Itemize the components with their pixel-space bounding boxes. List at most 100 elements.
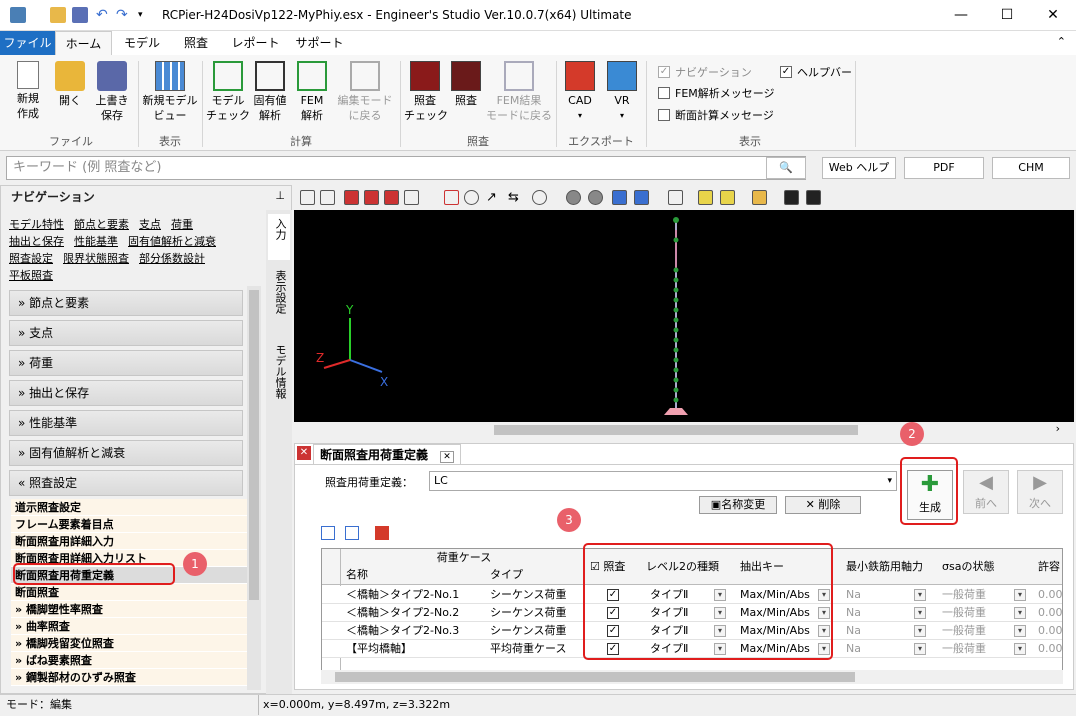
nav-link[interactable]: 照査設定 [9,252,53,265]
list-item[interactable]: 断面照査用詳細入力 [11,533,247,550]
pan-icon[interactable]: ⇆ [508,190,523,205]
ribbon-collapse-icon[interactable]: ⌃ [1057,35,1066,48]
model-check-button[interactable]: モデル チェック [206,61,250,123]
section-supports[interactable]: » 支点 [9,320,243,346]
pdf-button[interactable]: PDF [904,157,984,179]
column-header-min-axial[interactable]: 最小鉄筋用軸力 [842,558,936,576]
viewport-hscrollbar[interactable]: › [294,422,1074,438]
menu-home[interactable]: ホーム [55,31,112,55]
cell-name[interactable]: ＜橋軸＞タイプ2-No.2 [342,604,482,622]
section-loads[interactable]: » 荷重 [9,350,243,376]
eigen-analysis-button[interactable]: 固有値 解析 [250,61,290,123]
rename-button[interactable]: ▣名称変更 [699,496,777,514]
return-fem-result-button[interactable]: FEM結果 モードに戻る [486,61,552,123]
view-front-icon[interactable] [364,190,379,205]
nav-link[interactable]: 固有値解析と減衰 [128,235,216,248]
section-performance[interactable]: » 性能基準 [9,410,243,436]
nav-link[interactable]: 部分係数設計 [139,252,205,265]
section-check-settings[interactable]: « 照査設定 [9,470,243,496]
new-file-icon[interactable] [50,7,66,23]
list-item[interactable]: » 橋脚塑性率照査 [11,601,247,618]
close-tab-icon[interactable]: ✕ [440,451,454,463]
nav-link[interactable]: 平板照査 [9,269,53,282]
zoom-in-icon[interactable] [444,190,459,205]
check-check-button[interactable]: 照査 チェック [404,61,448,123]
nav-link[interactable]: 荷重 [171,218,193,231]
orbit-icon[interactable] [532,190,547,205]
vr-export-button[interactable]: VR ▾ [602,61,642,123]
column-header-sigma-state[interactable]: σsaの状態 [938,558,1032,576]
cell-allow[interactable]: 0.00( [1034,640,1062,658]
redo-icon[interactable]: ↷ [116,7,132,23]
nav-link[interactable]: 節点と要素 [74,218,129,231]
zoom-window-icon[interactable] [320,190,335,205]
rotate-icon[interactable]: ↗ [486,190,501,205]
search-button[interactable]: 🔍 [766,157,806,179]
camera-icon[interactable] [784,190,799,205]
navigation-checkbox[interactable]: ✓ ナビゲーション [658,64,752,80]
return-edit-mode-button[interactable]: 編集モード に戻る [334,61,396,123]
forward-icon[interactable] [588,190,603,205]
cell-min-axial[interactable]: Na [842,640,922,658]
cell-min-axial[interactable]: Na [842,622,922,640]
scroll-right-icon[interactable]: › [1056,422,1060,435]
state-dropdown-icon[interactable]: ▾ [1014,643,1026,655]
nav-link[interactable]: モデル特性 [9,218,64,231]
tab-input[interactable]: 入力 [268,214,290,260]
list-item[interactable]: » 曲率照査 [11,618,247,635]
nav-link[interactable]: 限界状態照査 [63,252,129,265]
definition-select[interactable]: LC ▾ [429,471,897,491]
column-header-name[interactable]: 名称 [342,566,482,584]
nav-link[interactable]: 抽出と保存 [9,235,64,248]
export-icon[interactable] [375,526,389,540]
tab-display-settings[interactable]: 表示設定 [268,266,290,336]
back-icon[interactable] [566,190,581,205]
open-button[interactable]: 開く [52,61,88,108]
check-run-button[interactable]: 照査 [448,61,484,108]
zoom-out-icon[interactable] [464,190,479,205]
undo-icon[interactable]: ↶ [96,7,112,23]
model-3d-viewport[interactable]: Y X Z [294,210,1074,422]
nav-link[interactable]: 性能基準 [74,235,118,248]
web-help-button[interactable]: Web ヘルプ [822,157,896,179]
list-item[interactable]: 断面照査 [11,584,247,601]
cell-name[interactable]: 【平均橋軸】 [342,640,482,658]
menu-check[interactable]: 照査 [172,31,220,55]
menu-file[interactable]: ファイル [0,31,55,55]
cell-type[interactable]: 平均荷重ケース [486,640,582,658]
nav-link[interactable]: 支点 [139,218,161,231]
new-button[interactable]: 新規 作成 [8,61,48,121]
prev-button[interactable]: ◀ 前へ [963,470,1009,514]
delete-button[interactable]: ✕ 削除 [785,496,861,514]
table-hscrollbar[interactable] [321,670,1063,684]
menu-support[interactable]: サポート [292,31,347,55]
state-dropdown-icon[interactable]: ▾ [1014,607,1026,619]
overwrite-save-button[interactable]: 上書き 保存 [90,61,134,123]
minimize-button[interactable]: — [938,0,984,31]
chm-button[interactable]: CHM [992,157,1070,179]
search-model-icon[interactable] [752,190,767,205]
axial-dropdown-icon[interactable]: ▾ [914,625,926,637]
collapse-rows-icon[interactable] [345,526,359,540]
cell-type[interactable]: シーケンス荷重 [486,622,582,640]
cell-sigma-state[interactable]: 一般荷重 [938,622,1018,640]
state-dropdown-icon[interactable]: ▾ [1014,589,1026,601]
label-icon[interactable] [720,190,735,205]
cell-min-axial[interactable]: Na [842,586,922,604]
cell-type[interactable]: シーケンス荷重 [486,586,582,604]
axial-dropdown-icon[interactable]: ▾ [914,643,926,655]
cell-name[interactable]: ＜橋軸＞タイプ2-No.3 [342,622,482,640]
section-nodes-elements[interactable]: » 節点と要素 [9,290,243,316]
nav-scrollbar[interactable] [247,286,261,690]
next-button[interactable]: ▶ 次へ [1017,470,1063,514]
cell-allow[interactable]: 0.00( [1034,586,1062,604]
menu-model[interactable]: モデル [117,31,167,55]
pin-icon[interactable]: ⊥ [275,189,285,202]
view-side-icon[interactable] [384,190,399,205]
quick-access-dropdown-icon[interactable]: ▾ [138,7,154,23]
section-message-checkbox[interactable]: 断面計算メッセージ [658,107,774,123]
viewport-scroll-thumb[interactable] [494,425,858,435]
cell-sigma-state[interactable]: 一般荷重 [938,640,1018,658]
expand-rows-icon[interactable] [321,526,335,540]
list-item[interactable]: 道示照査設定 [11,499,247,516]
